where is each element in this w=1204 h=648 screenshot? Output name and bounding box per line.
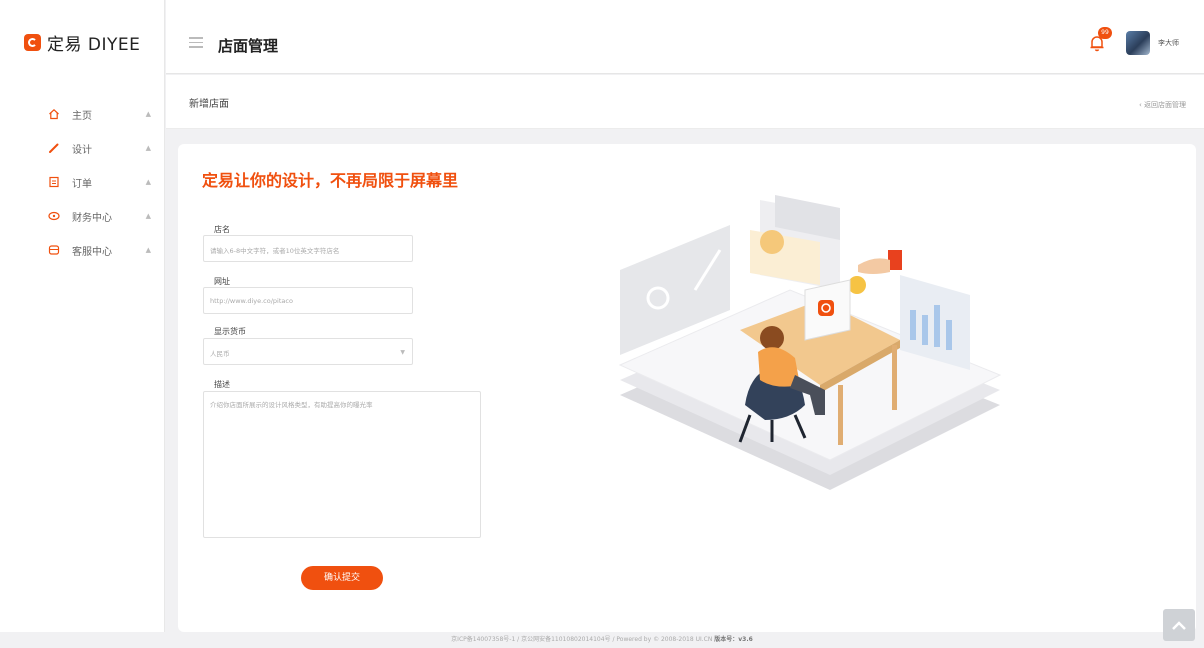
logo[interactable]: 定易 DIYEE	[24, 30, 140, 55]
back-link-label: 返回店面管理	[1144, 101, 1186, 109]
submit-button[interactable]: 确认提交	[301, 566, 383, 590]
avatar[interactable]	[1126, 31, 1150, 55]
sidebar-item-home[interactable]: 主页 ▲	[0, 97, 165, 131]
footer: 京ICP备14007358号-1 / 京公网安备11010802014104号 …	[0, 632, 1204, 648]
sidebar-item-label: 设计	[72, 144, 92, 156]
sidebar-nav: 主页 ▲ 设计 ▲ 订单 ▲ 财务中心 ▲ 客服中心 ▲	[0, 97, 165, 267]
back-link[interactable]: ‹ 返回店面管理	[1139, 100, 1186, 110]
sidebar-item-label: 订单	[72, 178, 92, 190]
form-headline: 定易让你的设计，不再局限于屏幕里	[202, 171, 459, 190]
version-label: 版本号：v3.6	[714, 636, 753, 643]
menu-icon[interactable]	[189, 37, 203, 48]
currency-select[interactable]: 人民币 ▼	[203, 338, 413, 365]
notification-badge: 99	[1098, 27, 1112, 39]
brand-name: 定易 DIYEE	[47, 35, 141, 55]
sidebar-item-design[interactable]: 设计 ▲	[0, 131, 165, 165]
chevron-up-icon: ▲	[145, 144, 151, 152]
footer-text: 京ICP备14007358号-1 / 京公网安备11010802014104号 …	[451, 636, 713, 643]
description-textarea[interactable]: 介绍你店面所展示的设计风格类型，有助提高你的曝光率	[203, 391, 481, 538]
sidebar-item-label: 主页	[72, 110, 92, 122]
sub-header: 新增店面 ‹ 返回店面管理	[166, 75, 1204, 129]
sidebar: 定易 DIYEE 主页 ▲ 设计 ▲ 订单 ▲ 财务中心 ▲ 客服中心 ▲	[0, 0, 165, 632]
service-icon	[47, 243, 61, 257]
workspace-illustration	[600, 180, 1020, 550]
order-icon	[47, 175, 61, 189]
sidebar-item-finance[interactable]: 财务中心 ▲	[0, 199, 165, 233]
chevron-down-icon: ▼	[400, 349, 405, 356]
sidebar-item-service[interactable]: 客服中心 ▲	[0, 233, 165, 267]
home-icon	[47, 107, 61, 121]
chevron-up-icon: ▲	[145, 212, 151, 220]
top-bar: 店面管理 99 李大师	[166, 0, 1204, 74]
store-name-input[interactable]: 请输入6-8中文字符，或者10位英文字符店名	[203, 235, 413, 262]
currency-label: 显示货币	[214, 327, 246, 336]
description-label: 描述	[214, 380, 230, 389]
page-title: 店面管理	[218, 37, 279, 55]
chevron-up-icon: ▲	[145, 178, 151, 186]
username[interactable]: 李大师	[1158, 38, 1179, 48]
chevron-up-icon: ▲	[145, 110, 151, 118]
pen-icon	[47, 141, 61, 155]
store-name-label: 店名	[214, 225, 230, 234]
subheader-title: 新增店面	[189, 99, 229, 110]
sidebar-item-label: 客服中心	[72, 246, 112, 258]
logo-icon	[24, 34, 41, 51]
currency-value: 人民币	[210, 350, 230, 358]
url-label: 网址	[214, 277, 230, 286]
chevron-up-icon: ▲	[145, 246, 151, 254]
scroll-to-top-button[interactable]	[1163, 609, 1195, 641]
chevron-up-icon	[1172, 621, 1186, 630]
sidebar-item-orders[interactable]: 订单 ▲	[0, 165, 165, 199]
url-input[interactable]: http://www.diye.co/pitaco	[203, 287, 413, 314]
sidebar-item-label: 财务中心	[72, 212, 112, 224]
notification-button[interactable]: 99	[1088, 27, 1112, 52]
finance-icon	[47, 209, 61, 223]
